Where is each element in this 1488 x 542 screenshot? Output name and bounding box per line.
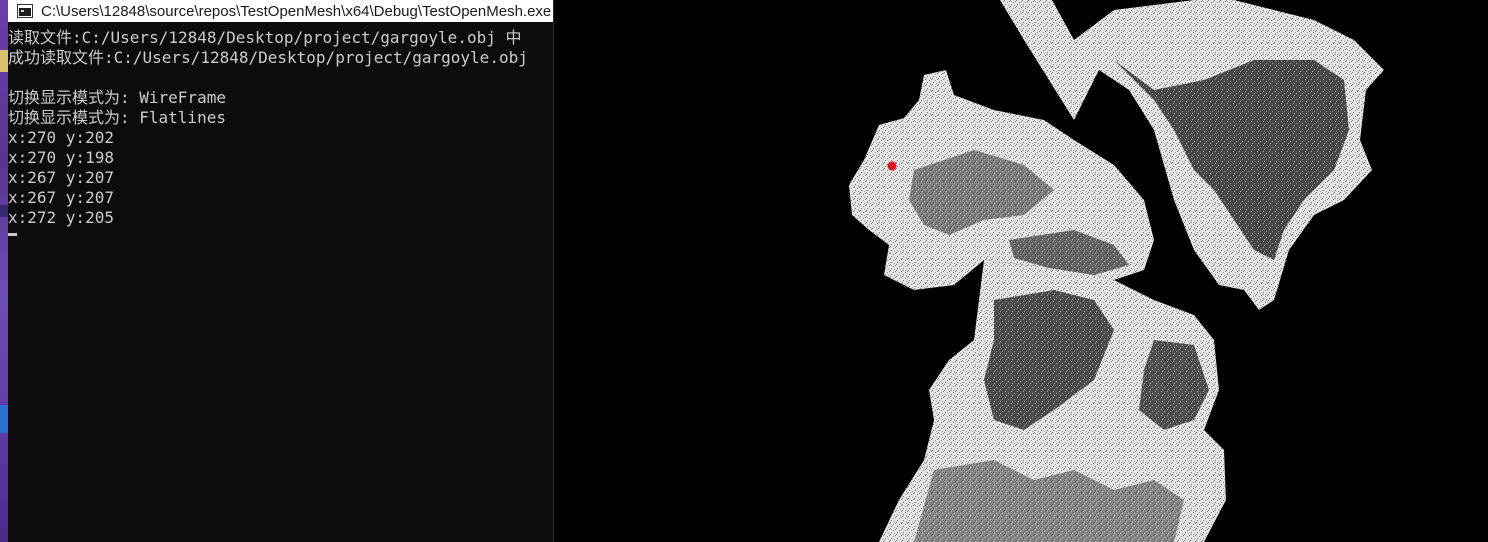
console-line: 切换显示模式为: Flatlines [8,108,226,127]
desktop-icon-fragment[interactable] [0,50,8,72]
console-line: 读取文件:C:/Users/12848/Desktop/project/garg… [8,28,522,47]
console-line: x:267 y:207 [8,188,114,207]
console-line: x:270 y:198 [8,148,114,167]
console-line: x:270 y:202 [8,128,114,147]
console-line: x:272 y:205 [8,208,114,227]
console-output[interactable]: 读取文件:C:/Users/12848/Desktop/project/garg… [8,28,553,542]
console-line: 切换显示模式为: WireFrame [8,88,226,107]
screen: C:\Users\12848\source\repos\TestOpenMesh… [0,0,1488,542]
mesh-viewport[interactable] [554,0,1488,542]
console-line: x:267 y:207 [8,168,114,187]
console-window[interactable]: C:\Users\12848\source\repos\TestOpenMesh… [8,0,554,542]
desktop-icon-fragment[interactable] [0,205,8,217]
console-line: 成功读取文件:C:/Users/12848/Desktop/project/ga… [8,48,528,67]
desktop-icon-fragment[interactable] [0,405,8,433]
gargoyle-mesh-icon [849,0,1384,542]
console-window-title: C:\Users\12848\source\repos\TestOpenMesh… [41,2,552,20]
console-cursor [8,233,17,236]
console-app-icon [17,4,33,18]
console-titlebar[interactable]: C:\Users\12848\source\repos\TestOpenMesh… [8,0,553,22]
desktop-background-strip [0,0,8,542]
